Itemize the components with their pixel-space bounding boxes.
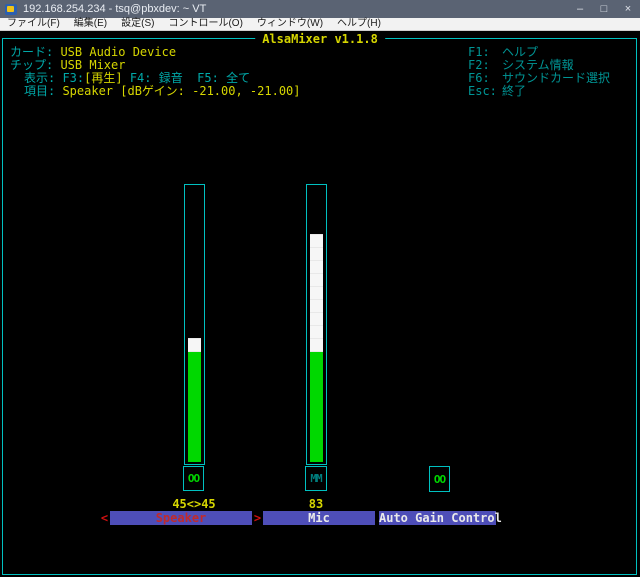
channel-label-speaker[interactable]: Speaker (110, 511, 252, 525)
titlebar[interactable]: 192.168.254.234 - tsq@pbxdev: ~ VT – □ × (0, 0, 640, 18)
item-value: Speaker [dBゲイン: -21.00, -21.00] (62, 84, 300, 98)
menu-edit[interactable]: 編集(E) (67, 18, 114, 30)
menu-control[interactable]: コントロール(O) (161, 18, 249, 30)
card-value: USB Audio Device (60, 45, 176, 59)
terminal-screen[interactable]: AlsaMixer v1.1.8 カード: USB Audio Device チ… (0, 31, 640, 577)
mic-value: 83 (276, 498, 356, 511)
channel-label-mic[interactable]: Mic (263, 511, 375, 525)
speaker-volume-bar (184, 184, 205, 465)
view-f3-key: F3: (62, 71, 84, 85)
menu-file[interactable]: ファイル(F) (0, 18, 67, 30)
chip-value: USB Mixer (60, 58, 125, 72)
auto-gain-switch-indicator: OO (429, 466, 450, 492)
view-active-mode: [再生] (84, 71, 122, 85)
mic-bar-white-zone (310, 234, 323, 352)
maximize-button[interactable]: □ (592, 0, 616, 18)
speaker-value: 45<>45 (154, 498, 234, 511)
terminal-window: 192.168.254.234 - tsq@pbxdev: ~ VT – □ ×… (0, 0, 640, 577)
minimize-button[interactable]: – (568, 0, 592, 18)
alsamixer-title: AlsaMixer v1.1.8 (255, 32, 385, 46)
close-button[interactable]: × (616, 0, 640, 18)
selection-arrow-right: > (252, 511, 263, 525)
help-esc: Esc:終了 (468, 85, 526, 98)
mic-mute-indicator: MM (305, 466, 327, 491)
selection-arrow-left: < (99, 511, 110, 525)
menubar: ファイル(F) 編集(E) 設定(S) コントロール(O) ウィンドウ(W) ヘ… (0, 18, 640, 31)
card-label: カード: (10, 45, 60, 59)
speaker-bar-green-zone (188, 352, 201, 462)
mic-volume-bar (306, 184, 327, 465)
menu-help[interactable]: ヘルプ(H) (330, 18, 388, 30)
speaker-bar-white-zone (188, 338, 201, 352)
view-label: 表示: (24, 71, 62, 85)
speaker-mute-indicator: OO (183, 466, 204, 491)
view-other-modes: F4: 録音 F5: 全て (123, 71, 250, 85)
window-title: 192.168.254.234 - tsq@pbxdev: ~ VT (23, 3, 568, 15)
channel-label-auto-gain-control[interactable]: Auto Gain Control (379, 511, 496, 525)
mic-bar-green-zone (310, 352, 323, 462)
app-icon[interactable] (5, 4, 17, 15)
menu-settings[interactable]: 設定(S) (114, 18, 161, 30)
chip-label: チップ: (10, 58, 60, 72)
item-label: 項目: (24, 84, 62, 98)
info-item: 項目: Speaker [dBゲイン: -21.00, -21.00] (24, 85, 301, 98)
menu-window[interactable]: ウィンドウ(W) (250, 18, 330, 30)
